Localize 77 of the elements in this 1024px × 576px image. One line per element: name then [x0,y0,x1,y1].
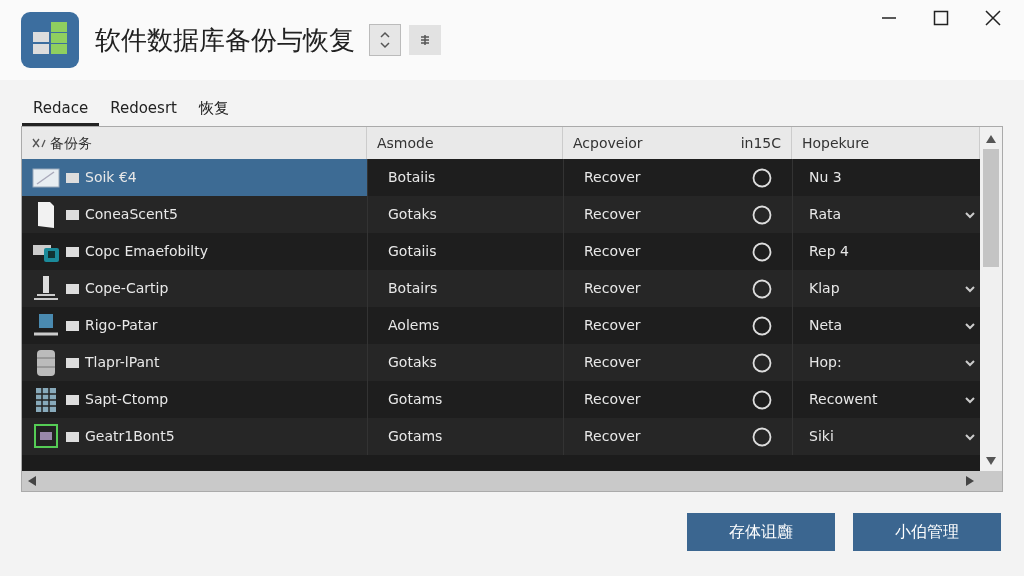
chevron-down-icon[interactable] [964,284,976,293]
close-icon[interactable] [985,10,1001,26]
column-label: Acpoveior [573,133,643,153]
window-title: 软件数据库备份与恢复 [95,23,355,57]
action-button[interactable]: 小伯管理 [853,513,1001,551]
column-label: Asmode [377,133,434,153]
network-icon [32,274,60,303]
scroll-down-icon[interactable] [986,457,996,465]
grid-lines-icon [419,34,431,46]
maximize-icon[interactable] [933,10,949,26]
chevron-down-icon[interactable] [964,358,976,367]
pin-button[interactable] [409,25,441,55]
item-name: Soik €4 [85,168,137,187]
table-row[interactable]: Cope-Cartip Botairs Recover Klap [22,270,980,307]
table-row[interactable]: Geatr1Bont5 Gotams Recover Siki [22,418,980,455]
scroll-right-icon[interactable] [966,476,974,486]
table-cell-text: Recowent [809,390,878,409]
status-ring-icon [752,278,772,299]
status-ring-icon [752,352,772,373]
recover-link[interactable]: Recover [584,389,641,410]
chevron-down-icon[interactable] [964,210,976,219]
horizontal-scrollbar[interactable] [22,471,1002,491]
recover-link[interactable]: Recover [584,426,641,447]
chevron-down-icon[interactable] [964,395,976,404]
table-row[interactable]: Tlapr-lPant Gotaks Recover Hop: [22,344,980,381]
status-ring-icon [752,315,772,336]
recover-link[interactable]: Recover [584,241,641,262]
item-name: Rigo-Patar [85,316,158,335]
item-name: Geatr1Bont5 [85,427,175,446]
vertical-scrollbar[interactable] [980,127,1002,471]
terminal-icon [32,422,60,451]
item-name: Tlapr-lPant [85,353,160,372]
column-label: in15C [740,133,781,153]
item-name: Cope-Cartip [85,279,169,298]
folder-icon [66,209,79,220]
recover-link[interactable]: Recover [584,278,641,299]
tab[interactable]: 恢复 [187,94,240,126]
folder-icon [66,357,79,368]
tab[interactable]: Redoesrt [99,94,188,126]
folder-icon [66,320,79,331]
action-button[interactable]: 存体诅廱 [687,513,835,551]
up-down-arrows-icon [378,31,392,49]
scroll-left-icon[interactable] [28,476,36,486]
chevron-down-icon[interactable] [964,321,976,330]
column-label: Hopekure [802,133,870,153]
status-ring-icon [752,167,772,188]
table-cell-text: Hop: [809,353,842,372]
column-label: 备份务 [50,133,92,153]
item-name: Sapt-Ctomp [85,390,169,409]
recover-link[interactable]: Recover [584,167,641,188]
status-ring-icon [752,241,772,262]
folder-icon [66,283,79,294]
scroll-thumb[interactable] [983,149,999,267]
status-ring-icon [752,426,772,447]
item-name: Copc Emaefobilty [85,242,208,261]
recover-link[interactable]: Recover [584,315,641,336]
folder-icon [66,246,79,257]
table-cell-text: Rep 4 [809,242,849,261]
sort-icon [32,137,46,149]
folder-icon [66,394,79,405]
recover-link[interactable]: Recover [584,352,641,373]
recover-link[interactable]: Recover [584,204,641,225]
folder-icon [66,431,79,442]
table-cell-text: Klap [809,279,840,298]
table-row[interactable]: ConeaScent5 Gotaks Recover Rata [22,196,980,233]
status-ring-icon [752,204,772,225]
scroll-up-icon[interactable] [986,135,996,143]
table-cell-text: Neta [809,316,843,335]
app-logo-icon [21,12,79,68]
table-cell-text: Siki [809,427,834,446]
table-cell-text: Rata [809,205,842,224]
table-cell: Gotams [367,418,563,455]
chevron-down-icon[interactable] [964,432,976,441]
item-name: ConeaScent5 [85,205,178,224]
folder-icon [66,172,79,183]
status-ring-icon [752,389,772,410]
table-cell-text: Nu 3 [809,168,842,187]
